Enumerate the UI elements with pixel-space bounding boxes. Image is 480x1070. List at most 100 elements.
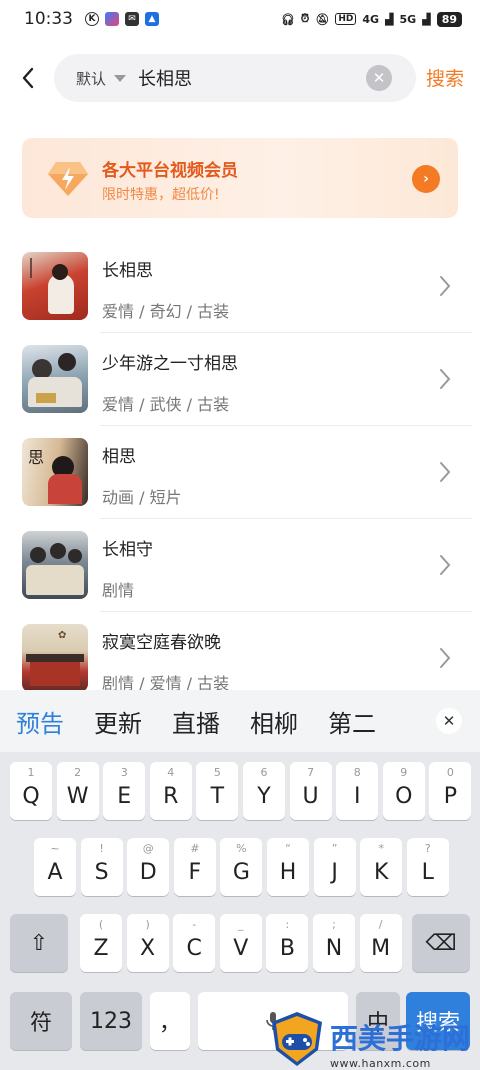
mute-icon: 🔕︎ bbox=[315, 12, 330, 26]
back-arrow-icon bbox=[22, 67, 34, 89]
watermark: 西美手游网 www.hanxm.com bbox=[268, 1008, 480, 1070]
result-title: 长相思 bbox=[102, 261, 153, 281]
bookmark-app-icon: ▲ bbox=[145, 12, 159, 26]
result-title: 少年游之一寸相思 bbox=[102, 354, 238, 374]
key-hint: ( bbox=[98, 918, 104, 931]
candidate-word[interactable]: 相柳 bbox=[250, 704, 298, 739]
key-s[interactable]: ! S bbox=[80, 838, 123, 896]
key-v[interactable]: _ V bbox=[219, 914, 262, 972]
key-label: ⇧ bbox=[29, 930, 49, 956]
vip-banner-title: 各大平台视频会员 bbox=[102, 161, 238, 181]
result-title: 长相守 bbox=[102, 540, 153, 560]
key-label: C bbox=[186, 935, 202, 961]
symbol-key[interactable]: 符 bbox=[10, 992, 72, 1050]
list-item[interactable]: 少年游之一寸相思 爱情 / 武侠 / 古装 bbox=[0, 333, 480, 426]
status-bar: 10:33 K ✉ ▲ 🎧︎ ⏰︎ 🔕︎ HD 4G ▟ 5G ▟ 89 bbox=[0, 0, 480, 38]
candidate-word[interactable]: 第二 bbox=[328, 704, 376, 739]
key-label: L bbox=[421, 859, 434, 885]
status-right: 🎧︎ ⏰︎ 🔕︎ HD 4G ▟ 5G ▟ 89 bbox=[281, 11, 462, 27]
key-hint: 9 bbox=[400, 766, 408, 779]
key-label: ⌫ bbox=[425, 930, 457, 956]
key-hint: * bbox=[378, 842, 384, 855]
key-c[interactable]: -C bbox=[173, 914, 216, 972]
notification-icons: K ✉ ▲ bbox=[85, 12, 159, 26]
vip-banner[interactable]: 各大平台视频会员 限时特惠，超低价! › bbox=[22, 138, 458, 218]
list-item[interactable]: 长相思 爱情 / 奇幻 / 古装 bbox=[0, 240, 480, 333]
key-d[interactable]: @ D bbox=[127, 838, 170, 896]
chevron-right-icon bbox=[440, 462, 451, 482]
alarm-icon: ⏰︎ bbox=[300, 12, 310, 25]
key-z[interactable]: (Z bbox=[80, 914, 122, 972]
vip-banner-subtitle: 限时特惠，超低价! bbox=[102, 187, 220, 203]
chevron-right-circle-icon[interactable]: › bbox=[412, 165, 440, 193]
key-label: O bbox=[395, 783, 413, 809]
key-y[interactable]: 6Y bbox=[243, 762, 285, 820]
key-label: N bbox=[325, 935, 343, 961]
number-key[interactable]: 123 bbox=[80, 992, 142, 1050]
close-candidates-button[interactable]: ✕ bbox=[436, 708, 462, 734]
watermark-text: 西美手游网 bbox=[330, 1022, 471, 1055]
key-hint: ) bbox=[145, 918, 150, 931]
shift-key[interactable]: ⇧ bbox=[10, 914, 68, 972]
backspace-key[interactable]: ⌫ bbox=[412, 914, 470, 972]
comma-key[interactable]: ， bbox=[150, 992, 190, 1050]
key-w[interactable]: 2W bbox=[56, 762, 99, 820]
diamond-lightning-icon bbox=[48, 162, 88, 196]
key-hint: 6 bbox=[260, 766, 268, 779]
key-label: G bbox=[232, 859, 250, 885]
key-i[interactable]: 8I bbox=[336, 762, 379, 820]
key-f[interactable]: # F bbox=[173, 838, 216, 896]
key-hint: ” bbox=[331, 842, 338, 855]
key-label: I bbox=[353, 783, 361, 809]
key-p[interactable]: 0P bbox=[429, 762, 472, 820]
candidate-word[interactable]: 直播 bbox=[172, 704, 220, 739]
key-k[interactable]: * K bbox=[360, 838, 403, 896]
back-button[interactable] bbox=[14, 62, 42, 94]
status-time: 10:33 bbox=[24, 9, 73, 29]
key-x[interactable]: ) X bbox=[126, 914, 169, 972]
key-q[interactable]: 1Q bbox=[10, 762, 52, 820]
key-t[interactable]: 5T bbox=[196, 762, 239, 820]
key-h[interactable]: “H bbox=[267, 838, 309, 896]
key-label: Z bbox=[93, 935, 109, 961]
clear-search-button[interactable]: ✕ bbox=[366, 65, 392, 91]
key-b[interactable]: :B bbox=[266, 914, 309, 972]
candidate-bar: 预告 更新 直播 相柳 第二 ✕ bbox=[0, 690, 480, 752]
key-hint: “ bbox=[285, 842, 291, 855]
key-u[interactable]: 7U bbox=[289, 762, 332, 820]
key-hint: 8 bbox=[353, 766, 361, 779]
search-input[interactable]: 长相思 bbox=[138, 65, 192, 91]
chevron-right-icon bbox=[440, 648, 451, 668]
key-e[interactable]: 3E bbox=[103, 762, 146, 820]
list-item[interactable]: 思 相思 动画 / 短片 bbox=[0, 426, 480, 519]
key-hint: ? bbox=[424, 842, 431, 855]
search-box[interactable]: 默认 长相思 ✕ bbox=[54, 54, 416, 102]
key-hint: _ bbox=[238, 918, 244, 931]
hd-badge: HD bbox=[335, 13, 357, 25]
key-hint: 7 bbox=[307, 766, 315, 779]
filter-label: 默认 bbox=[76, 69, 107, 88]
key-label: B bbox=[279, 935, 295, 961]
key-m[interactable]: / M bbox=[359, 914, 402, 972]
candidate-word[interactable]: 预告 bbox=[16, 704, 64, 739]
key-hint: ! bbox=[99, 842, 104, 855]
k-app-icon: K bbox=[85, 12, 99, 26]
key-hint: % bbox=[236, 842, 247, 855]
key-l[interactable]: ? L bbox=[406, 838, 449, 896]
key-hint: 3 bbox=[120, 766, 128, 779]
result-title: 相思 bbox=[102, 447, 136, 467]
list-item[interactable]: 长相守 剧情 bbox=[0, 519, 480, 612]
key-o[interactable]: 9O bbox=[382, 762, 425, 820]
key-hint: 2 bbox=[74, 766, 82, 779]
key-r[interactable]: 4R bbox=[149, 762, 192, 820]
key-label: R bbox=[163, 783, 179, 809]
key-a[interactable]: ~ A bbox=[34, 838, 76, 896]
search-button[interactable]: 搜索 bbox=[426, 64, 464, 91]
result-tags: 爱情 / 奇幻 / 古装 bbox=[102, 302, 230, 321]
key-n[interactable]: ; N bbox=[313, 914, 355, 972]
search-filter-dropdown[interactable]: 默认 bbox=[76, 68, 127, 89]
key-j[interactable]: ” J bbox=[313, 838, 356, 896]
candidate-word[interactable]: 更新 bbox=[94, 704, 142, 739]
battery-icon: 89 bbox=[436, 11, 462, 27]
key-g[interactable]: % G bbox=[220, 838, 263, 896]
